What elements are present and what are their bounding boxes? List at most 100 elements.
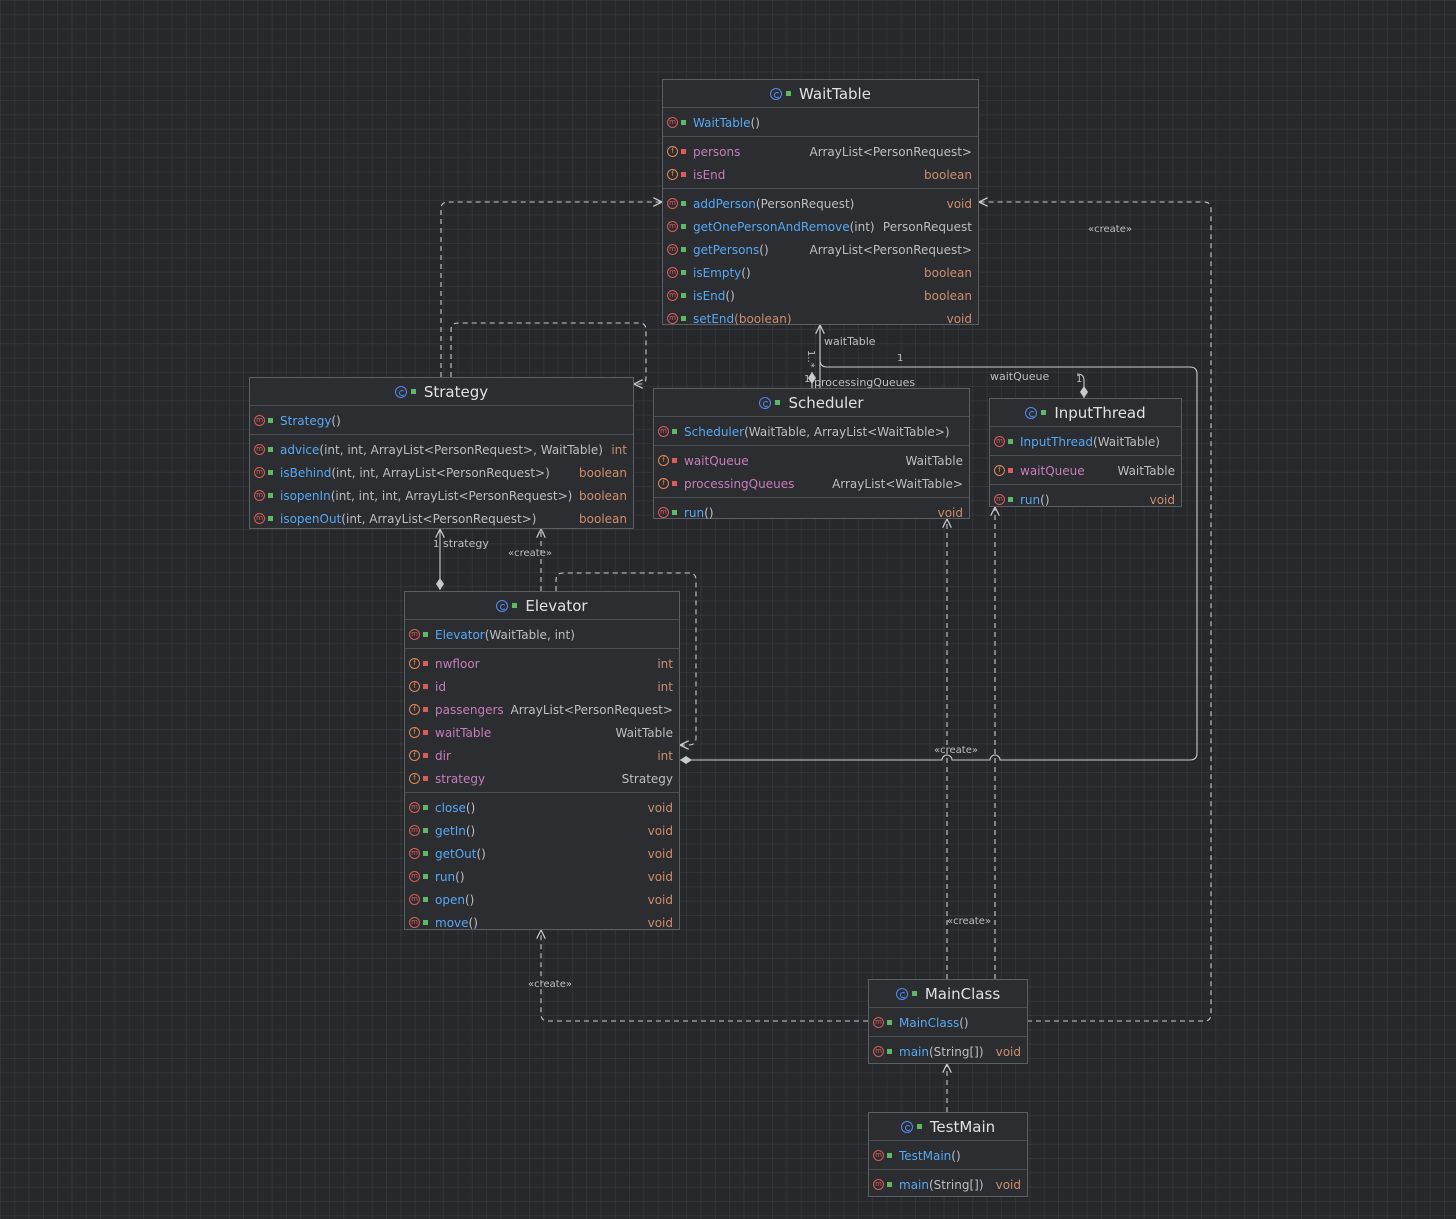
method-icon: m — [409, 848, 420, 859]
field-name: dir — [435, 748, 451, 763]
constructor-row[interactable]: m InputThread (WaitTable) — [990, 430, 1181, 453]
public-icon — [887, 1153, 892, 1158]
method-type: void — [1149, 492, 1175, 507]
constructor-name: MainClass — [899, 1015, 960, 1030]
method-row[interactable]: m getOnePersonAndRemove (int) PersonReque… — [663, 215, 978, 238]
field-row[interactable]: f waitQueue WaitTable — [990, 459, 1181, 482]
class-icon — [759, 396, 772, 409]
constructor-params: () — [331, 413, 341, 428]
class-waittable[interactable]: WaitTable m WaitTable() f persons ArrayL… — [662, 79, 979, 326]
method-row[interactable]: m isBehind (int, int, ArrayList<PersonReq… — [250, 461, 633, 484]
method-row[interactable]: m setEnd (boolean) void — [663, 307, 978, 330]
method-params: (String[]) — [928, 1044, 984, 1059]
method-params: () — [704, 505, 714, 520]
class-strategy[interactable]: Strategy m Strategy() m advice (int, int,… — [249, 377, 634, 529]
field-row[interactable]: f processingQueues ArrayList<WaitTable> — [654, 472, 969, 495]
method-row[interactable]: m isEnd() boolean — [663, 284, 978, 307]
method-row[interactable]: m move() void — [405, 911, 679, 934]
method-type: void — [647, 869, 673, 884]
public-icon — [423, 897, 428, 902]
constructor-row[interactable]: m TestMain() — [869, 1144, 1027, 1167]
method-row[interactable]: m run() void — [990, 488, 1181, 511]
method-name: run — [684, 505, 705, 520]
field-row[interactable]: f persons ArrayList<PersonRequest> — [663, 140, 978, 163]
public-icon — [681, 270, 686, 275]
public-icon — [681, 316, 686, 321]
field-type: ArrayList<WaitTable> — [832, 476, 963, 491]
private-icon — [681, 172, 686, 177]
method-type: boolean — [924, 265, 972, 280]
constructor-row[interactable]: m Elevator (WaitTable, int) — [405, 623, 679, 646]
private-icon — [423, 753, 428, 758]
field-icon: f — [994, 465, 1005, 476]
public-icon — [775, 400, 781, 405]
class-testmain[interactable]: TestMain m TestMain() m main (String[]) v… — [868, 1112, 1028, 1197]
class-mainclass[interactable]: MainClass m MainClass() m main (String[])… — [868, 979, 1028, 1064]
class-elevator[interactable]: Elevator m Elevator (WaitTable, int) f nw… — [404, 591, 680, 930]
method-row[interactable]: m isopenIn (int, int, int, ArrayList<Pers… — [250, 484, 633, 507]
method-row[interactable]: m open() void — [405, 888, 679, 911]
method-row[interactable]: m advice (int, int, ArrayList<PersonReque… — [250, 438, 633, 461]
field-row[interactable]: f isEnd boolean — [663, 163, 978, 186]
method-row[interactable]: m addPerson (PersonRequest) void — [663, 192, 978, 215]
private-icon — [423, 684, 428, 689]
method-row[interactable]: m main (String[]) void — [869, 1040, 1027, 1063]
edge-strategy-self — [450, 322, 647, 384]
field-name: persons — [693, 144, 741, 159]
constructor-row[interactable]: m WaitTable() — [663, 111, 978, 134]
field-name: processingQueues — [684, 476, 795, 491]
label-mult-one-b: 1 — [804, 374, 810, 385]
private-icon — [423, 707, 428, 712]
public-icon — [423, 828, 428, 833]
field-row[interactable]: f nwfloor int — [405, 652, 679, 675]
method-row[interactable]: m isEmpty() boolean — [663, 261, 978, 284]
class-inputthread[interactable]: InputThread m InputThread (WaitTable) f w… — [989, 398, 1182, 507]
public-icon — [672, 510, 677, 515]
method-icon: m — [254, 444, 265, 455]
field-row[interactable]: f id int — [405, 675, 679, 698]
constructor-row[interactable]: m Strategy() — [250, 409, 633, 432]
constructor-params: () — [951, 1148, 961, 1163]
constructor-row[interactable]: m MainClass() — [869, 1011, 1027, 1034]
private-icon — [1008, 468, 1013, 473]
method-row[interactable]: m run() void — [405, 865, 679, 888]
method-row[interactable]: m main (String[]) void — [869, 1173, 1027, 1196]
method-icon: m — [409, 802, 420, 813]
method-params: () — [725, 288, 735, 303]
method-name: getOut — [435, 846, 477, 861]
public-icon — [887, 1020, 892, 1025]
private-icon — [423, 661, 428, 666]
method-icon: m — [994, 436, 1005, 447]
method-name: getPersons — [693, 242, 760, 257]
class-icon — [895, 987, 908, 1000]
class-scheduler[interactable]: Scheduler m Scheduler (WaitTable, ArrayLi… — [653, 388, 970, 520]
field-row[interactable]: f waitQueue WaitTable — [654, 449, 969, 472]
method-params: () — [1040, 492, 1050, 507]
method-name: isopenOut — [280, 511, 342, 526]
field-icon: f — [409, 658, 420, 669]
constructor-params: (WaitTable, ArrayList<WaitTable>) — [744, 424, 950, 439]
field-row[interactable]: f strategy Strategy — [405, 767, 679, 790]
public-icon — [681, 293, 686, 298]
method-row[interactable]: m run() void — [654, 501, 969, 524]
method-type: boolean — [579, 488, 627, 503]
method-row[interactable]: m isopenOut (int, ArrayList<PersonRequest… — [250, 507, 633, 530]
method-icon: m — [667, 244, 678, 255]
constructor-row[interactable]: m Scheduler (WaitTable, ArrayList<WaitTab… — [654, 420, 969, 443]
field-row[interactable]: f waitTable WaitTable — [405, 721, 679, 744]
method-row[interactable]: m getIn() void — [405, 819, 679, 842]
field-row[interactable]: f dir int — [405, 744, 679, 767]
method-type: PersonRequest — [882, 219, 972, 234]
field-icon: f — [409, 750, 420, 761]
field-type: ArrayList<PersonRequest> — [809, 144, 972, 159]
field-row[interactable]: f passengers ArrayList<PersonRequest> — [405, 698, 679, 721]
constructor-params: () — [750, 115, 760, 130]
method-row[interactable]: m getPersons() ArrayList<PersonRequest> — [663, 238, 978, 261]
field-icon: f — [658, 478, 669, 489]
method-type: boolean — [579, 511, 627, 526]
method-row[interactable]: m close() void — [405, 796, 679, 819]
private-icon — [672, 458, 677, 463]
method-name: isEmpty — [693, 265, 742, 280]
method-row[interactable]: m getOut() void — [405, 842, 679, 865]
field-type: Strategy — [621, 771, 673, 786]
